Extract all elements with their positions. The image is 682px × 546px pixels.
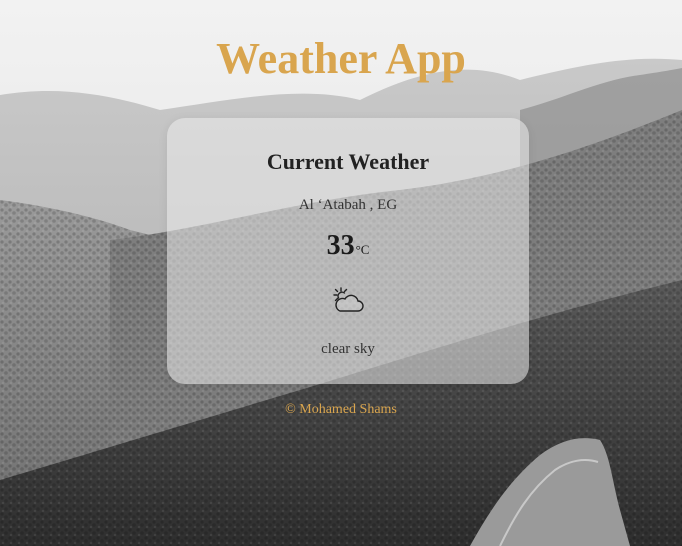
temperature-display: 33°C — [167, 230, 529, 262]
card-heading: Current Weather — [266, 149, 430, 174]
location-label: Al ʻAtabah , EG — [298, 197, 398, 213]
temperature-value: 33 — [326, 230, 355, 261]
partly-cloudy-sun-icon — [333, 287, 364, 312]
weather-description: clear sky — [321, 341, 375, 357]
temperature-unit: °C — [355, 242, 370, 257]
app-title: Weather App — [216, 34, 466, 83]
footer-credit: © Mohamed Shams — [285, 402, 397, 417]
current-weather-card: Current Weather Al ʻAtabah , EG 33°C cle… — [167, 118, 529, 384]
